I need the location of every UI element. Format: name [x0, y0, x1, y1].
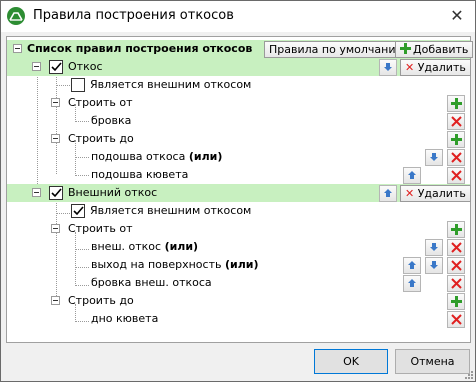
to-item-row[interactable]: дно кювета [7, 310, 470, 328]
delete-icon: ✕ [405, 61, 415, 74]
build-from-label: Строить от [68, 96, 133, 109]
move-up-button[interactable] [403, 275, 421, 292]
rules-tree: Список правил построения откосов Правила… [6, 36, 474, 343]
move-down-button[interactable] [425, 239, 443, 256]
delete-item-button[interactable] [447, 167, 465, 184]
rule-enabled-checkbox[interactable] [49, 186, 63, 200]
external-slope-checkbox[interactable] [71, 204, 85, 218]
delete-label: Удалить [417, 187, 466, 200]
resize-grip-icon[interactable] [463, 369, 473, 379]
collapse-toggle[interactable] [51, 224, 60, 233]
default-rules-button[interactable]: Правила по умолчанию [264, 41, 410, 58]
build-to-label: Строить до [68, 294, 134, 307]
or-suffix: (или) [224, 258, 259, 271]
tree-root-row[interactable]: Список правил построения откосов Правила… [7, 40, 474, 58]
collapse-toggle[interactable] [51, 296, 60, 305]
build-to-row[interactable]: Строить до [7, 130, 470, 148]
delete-icon: ✕ [405, 187, 415, 200]
rule-name: Внешний откос [68, 186, 158, 199]
to-item-row[interactable]: подошва откоса (или) [7, 148, 470, 166]
delete-rule-button[interactable]: ✕ Удалить [400, 185, 471, 202]
delete-item-button[interactable] [447, 275, 465, 292]
from-item-text: бровка внеш. откоса [91, 276, 212, 289]
ok-button[interactable]: OK [314, 349, 388, 374]
add-item-button[interactable] [447, 95, 465, 112]
delete-item-button[interactable] [447, 257, 465, 274]
build-to-label: Строить до [68, 132, 134, 145]
from-item-row[interactable]: внеш. откос (или) [7, 238, 470, 256]
move-down-button[interactable] [379, 59, 397, 76]
external-slope-row[interactable]: Является внешним откосом [7, 202, 470, 220]
root-label-text: Список правил построения откосов [27, 42, 253, 55]
move-down-button[interactable] [425, 149, 443, 166]
move-down-button[interactable] [425, 257, 443, 274]
from-item-text: выход на поверхность [91, 258, 222, 271]
add-item-button[interactable] [447, 293, 465, 310]
delete-item-button[interactable] [447, 113, 465, 130]
external-slope-row[interactable]: Является внешним откосом [7, 76, 470, 94]
rule-row[interactable]: Внешний откос ✕ Удалить [7, 184, 471, 202]
window-title: Правила построения откосов [33, 8, 234, 23]
collapse-toggle[interactable] [51, 98, 60, 107]
close-button[interactable]: ✕ [447, 6, 467, 26]
from-item-text: внеш. откос [91, 240, 162, 253]
cancel-button[interactable]: Отмена [395, 349, 470, 374]
add-item-button[interactable] [447, 221, 465, 238]
to-item-row[interactable]: подошва кювета [7, 166, 470, 184]
external-slope-label: Является внешним откосом [90, 204, 252, 217]
collapse-toggle[interactable] [32, 188, 41, 197]
add-rule-label: Добавить [413, 43, 469, 56]
rule-row[interactable]: Откос ✕ Удалить [7, 58, 471, 76]
delete-item-button[interactable] [447, 311, 465, 328]
add-rule-button[interactable]: Добавить [395, 41, 474, 58]
to-item-label: подошва откоса (или) [91, 150, 222, 163]
delete-item-button[interactable] [447, 149, 465, 166]
build-from-row[interactable]: Строить от [7, 94, 470, 112]
or-suffix: (или) [188, 150, 223, 163]
or-suffix: (или) [164, 240, 199, 253]
collapse-toggle[interactable] [32, 62, 41, 71]
title-bar: Правила построения откосов ✕ [1, 1, 475, 32]
root-label: Список правил построения откосов [27, 42, 252, 55]
collapse-toggle[interactable] [51, 134, 60, 143]
plus-icon [400, 43, 411, 54]
move-up-button[interactable] [379, 185, 397, 202]
external-slope-checkbox[interactable] [71, 78, 85, 92]
to-item-text: подошва откоса [91, 150, 186, 163]
to-item-text: дно кювета [91, 312, 159, 325]
external-slope-label: Является внешним откосом [90, 78, 252, 91]
from-item-row[interactable]: выход на поверхность (или) [7, 256, 470, 274]
rule-name: Откос [68, 60, 103, 73]
delete-label: Удалить [417, 61, 466, 74]
dialog-window: Правила построения откосов ✕ Список прав… [0, 0, 476, 382]
slope-app-icon [7, 7, 25, 25]
add-item-button[interactable] [447, 131, 465, 148]
delete-item-button[interactable] [447, 239, 465, 256]
from-item-label: выход на поверхность (или) [91, 258, 259, 271]
build-from-row[interactable]: Строить от [7, 220, 470, 238]
from-item-row[interactable]: бровка [7, 112, 470, 130]
rule-enabled-checkbox[interactable] [49, 60, 63, 74]
to-item-text: подошва кювета [91, 168, 189, 181]
from-item-text: бровка [91, 114, 132, 127]
move-up-button[interactable] [403, 257, 421, 274]
build-to-row[interactable]: Строить до [7, 292, 470, 310]
move-up-button[interactable] [403, 167, 421, 184]
from-item-label: внеш. откос (или) [91, 240, 198, 253]
delete-rule-button[interactable]: ✕ Удалить [400, 59, 471, 76]
collapse-toggle[interactable] [13, 44, 22, 53]
from-item-row[interactable]: бровка внеш. откоса [7, 274, 470, 292]
build-from-label: Строить от [68, 222, 133, 235]
